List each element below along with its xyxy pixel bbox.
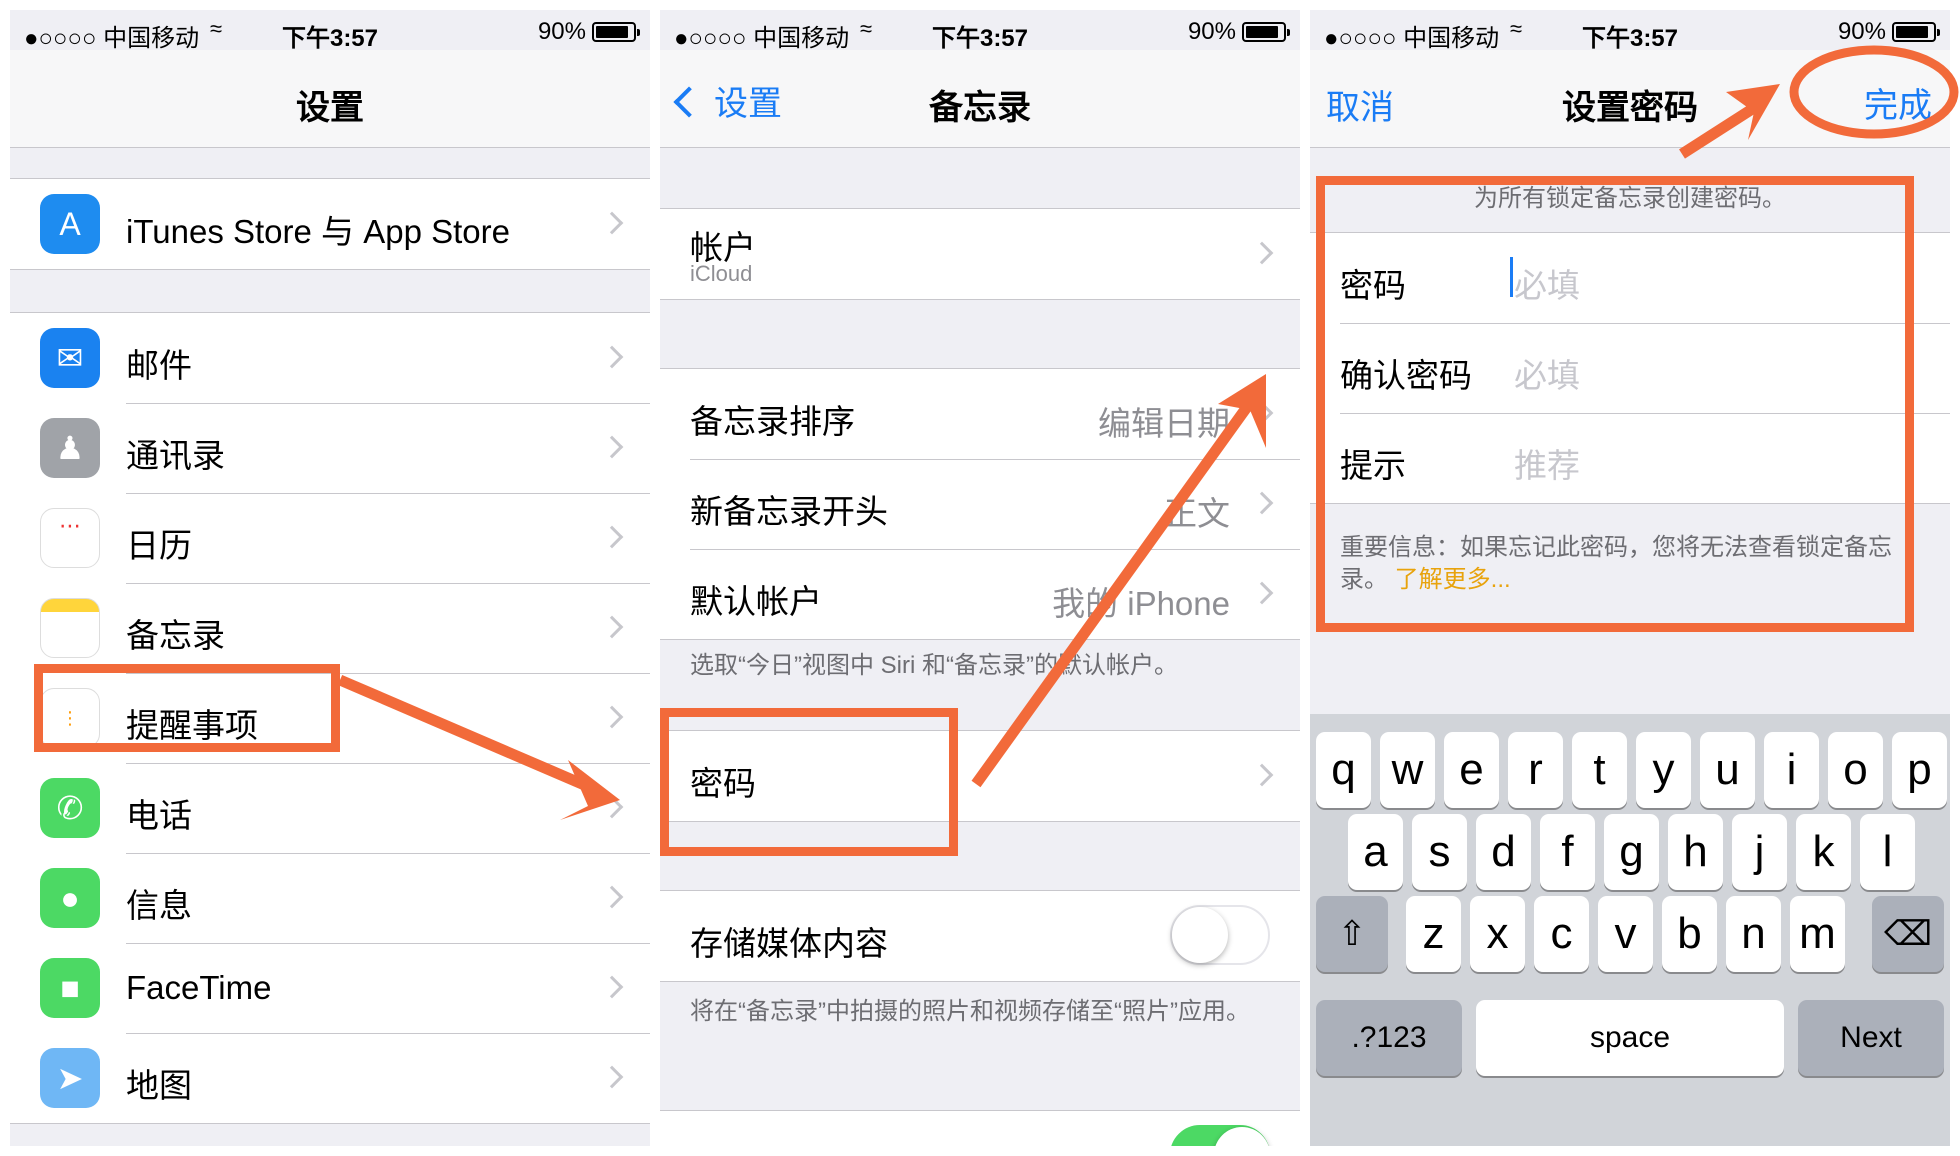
done-highlight-ellipse: [1789, 45, 1959, 139]
arrow-head: [560, 760, 620, 820]
annotation-overlay: [337, 45, 1959, 820]
arrow-to-password-screen: [971, 396, 1257, 788]
arrow-to-notes-settings: [337, 674, 599, 796]
arrow-to-done: [1679, 99, 1763, 159]
